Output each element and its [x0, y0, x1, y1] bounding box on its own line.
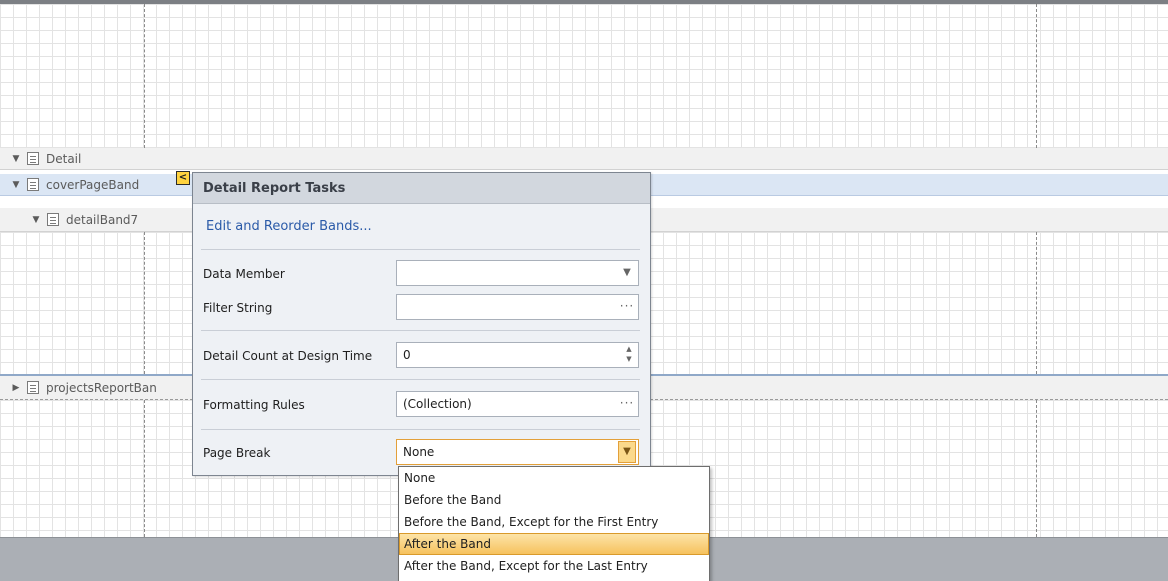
- spin-updown-icon[interactable]: ▲ ▼: [624, 344, 634, 364]
- separator: [201, 379, 640, 380]
- page-break-dropdown-list[interactable]: None Before the Band Before the Band, Ex…: [398, 466, 710, 581]
- dropdown-option[interactable]: After the Band, Except for the Last Entr…: [399, 555, 709, 577]
- band-label: coverPageBand: [46, 177, 140, 192]
- separator: [201, 249, 640, 250]
- chevron-down-icon[interactable]: ▼: [618, 263, 636, 283]
- separator: [201, 330, 640, 331]
- edit-reorder-bands-link[interactable]: Edit and Reorder Bands...: [206, 219, 372, 234]
- smart-tag-icon[interactable]: <: [176, 171, 190, 185]
- band-icon: [27, 152, 39, 165]
- detail-count-spinner[interactable]: 0 ▲ ▼: [396, 342, 639, 368]
- collapse-arrow-icon[interactable]: ▶: [10, 383, 22, 393]
- expand-arrow-icon[interactable]: ▼: [10, 180, 22, 190]
- band-icon: [47, 213, 59, 226]
- filter-string-field[interactable]: ···: [396, 294, 639, 320]
- formatting-rules-label: Formatting Rules: [203, 398, 305, 412]
- band-label: projectsReportBan: [46, 380, 157, 395]
- formatting-rules-value: (Collection): [403, 397, 472, 411]
- dropdown-option[interactable]: Before the Band: [399, 489, 709, 511]
- data-member-label: Data Member: [203, 267, 285, 281]
- separator: [201, 429, 640, 430]
- expand-arrow-icon[interactable]: ▼: [10, 154, 22, 164]
- band-label: Detail: [46, 151, 82, 166]
- band-icon: [27, 178, 39, 191]
- right-margin-line: [1036, 400, 1037, 537]
- expand-arrow-icon[interactable]: ▼: [30, 215, 42, 225]
- detail-count-label: Detail Count at Design Time: [203, 349, 373, 363]
- ellipsis-icon[interactable]: ···: [618, 394, 636, 414]
- formatting-rules-field[interactable]: (Collection) ···: [396, 391, 639, 417]
- filter-string-label: Filter String: [203, 301, 273, 315]
- band-icon: [27, 381, 39, 394]
- detail-count-value: 0: [403, 348, 411, 362]
- left-margin-line: [144, 232, 145, 374]
- left-margin-line: [144, 4, 145, 148]
- band-label: detailBand7: [66, 212, 139, 227]
- page-break-label: Page Break: [203, 446, 271, 460]
- page-break-combo[interactable]: None ▼: [396, 439, 639, 465]
- band-surface-top[interactable]: [0, 4, 1168, 148]
- tasks-panel-title: Detail Report Tasks: [193, 173, 650, 204]
- dropdown-option-selected[interactable]: After the Band: [399, 533, 709, 555]
- chevron-down-icon[interactable]: ▼: [618, 441, 636, 463]
- dropdown-option[interactable]: Before the Band, Except for the First En…: [399, 511, 709, 533]
- left-margin-line: [144, 400, 145, 537]
- right-margin-line: [1036, 4, 1037, 148]
- page-break-value: None: [403, 445, 435, 459]
- ellipsis-icon[interactable]: ···: [618, 297, 636, 317]
- band-header-detail[interactable]: ▼ Detail: [0, 148, 1168, 170]
- right-margin-line: [1036, 232, 1037, 374]
- detail-report-tasks-panel: Detail Report Tasks Edit and Reorder Ban…: [192, 172, 651, 476]
- dropdown-option[interactable]: None: [399, 467, 709, 489]
- data-member-combo[interactable]: ▼: [396, 260, 639, 286]
